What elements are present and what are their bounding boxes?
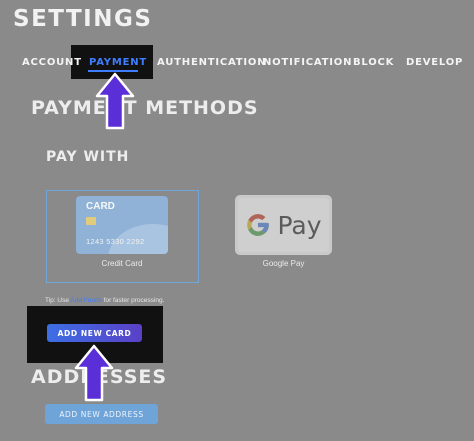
credit-card-graphic[interactable]: CARD 1243 5330 2292 bbox=[76, 196, 168, 254]
card-label: CARD bbox=[86, 201, 115, 212]
tip-text: Tip: Use Add Funds for faster processing… bbox=[45, 297, 164, 304]
google-pay-option[interactable]: Pay bbox=[235, 195, 332, 255]
active-tab-underline bbox=[88, 70, 138, 72]
payment-methods-title: PAYMENT METHODS bbox=[31, 97, 259, 119]
tip-suffix: for faster processing. bbox=[101, 297, 165, 304]
tab-account[interactable]: ACCOUNT bbox=[22, 57, 82, 68]
tab-notification[interactable]: NOTIFICATION bbox=[263, 57, 352, 68]
add-new-address-button[interactable]: ADD NEW ADDRESS bbox=[45, 404, 158, 424]
card-number: 1243 5330 2292 bbox=[86, 237, 145, 246]
add-new-card-button[interactable]: ADD NEW CARD bbox=[47, 324, 142, 342]
page-title: SETTINGS bbox=[13, 6, 153, 32]
pay-with-title: PAY WITH bbox=[46, 149, 130, 165]
google-pay-logo-text: Pay bbox=[277, 210, 322, 240]
tab-develop[interactable]: DEVELOP bbox=[406, 57, 463, 68]
card-chip-icon bbox=[86, 217, 96, 225]
tip-prefix: Tip: Use bbox=[45, 297, 71, 304]
google-pay-caption: Google Pay bbox=[262, 259, 305, 268]
addresses-title: ADDRESSES bbox=[31, 366, 168, 388]
google-g-icon bbox=[247, 214, 270, 236]
tab-payment[interactable]: PAYMENT bbox=[89, 57, 147, 68]
tab-block[interactable]: BLOCK bbox=[353, 57, 394, 68]
tab-authentication[interactable]: AUTHENTICATION bbox=[157, 57, 266, 68]
add-funds-link[interactable]: Add Funds bbox=[70, 297, 101, 304]
credit-card-caption: Credit Card bbox=[101, 259, 143, 268]
